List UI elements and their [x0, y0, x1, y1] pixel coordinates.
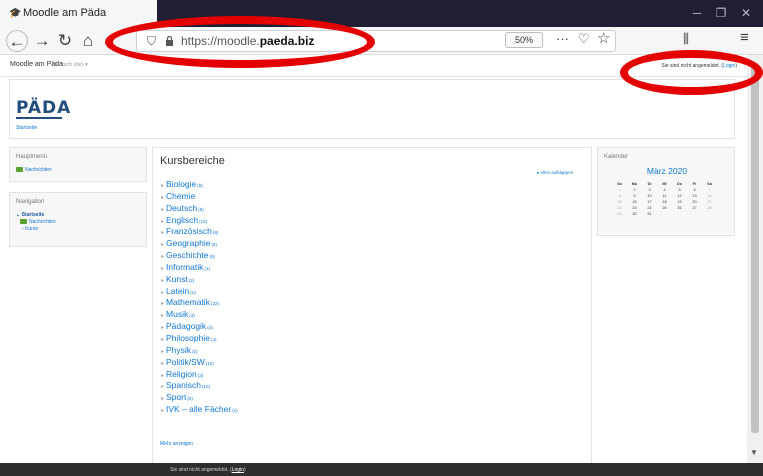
course-category-item[interactable]: ▸ Religion(3): [161, 369, 238, 381]
expand-arrow-icon[interactable]: ▸: [161, 396, 164, 402]
course-category-list: ▸ Biologie(8) ▸ Chemie ▸ Deutsch(8) ▸ Englisch(…: [161, 179, 238, 416]
expand-arrow-icon[interactable]: ▸: [161, 349, 164, 355]
reload-button[interactable]: ↻: [54, 30, 76, 52]
course-category-item[interactable]: ▸ Englisch(10): [161, 215, 238, 227]
expand-arrow-icon[interactable]: ▸: [161, 278, 164, 284]
annotation-oval-login: [620, 50, 763, 95]
course-category-item[interactable]: ▸ Kunst(2): [161, 274, 238, 286]
expand-arrow-icon[interactable]: ▸: [161, 290, 164, 296]
back-button[interactable]: ←: [6, 30, 28, 52]
page-scrollbar[interactable]: ▼: [747, 55, 763, 463]
expand-arrow-icon[interactable]: ▸: [161, 230, 164, 236]
expand-arrow-icon[interactable]: ▸: [161, 266, 164, 272]
forum-icon: [20, 219, 27, 225]
course-category-item[interactable]: ▸ Spanisch(10): [161, 380, 238, 392]
course-category-item[interactable]: ▸ Geographie(5): [161, 238, 238, 250]
navigation-block: Navigation ⌄ Startseite Nachrichten › Ku…: [9, 192, 147, 247]
browser-titlebar: 🎓 Moodle am Päda ─ ❐ ✕: [0, 0, 763, 27]
window-maximize-button[interactable]: ❐: [710, 4, 732, 22]
browser-tab[interactable]: 🎓 Moodle am Päda: [0, 0, 157, 27]
expand-arrow-icon[interactable]: ▸: [161, 301, 164, 307]
expand-arrow-icon[interactable]: ▸: [161, 373, 164, 379]
calendar-day: [657, 211, 672, 217]
home-button[interactable]: ⌂: [77, 30, 99, 52]
page-actions-icon[interactable]: ···: [556, 31, 569, 46]
window-close-button[interactable]: ✕: [735, 4, 757, 22]
expand-arrow-icon[interactable]: ▸: [161, 361, 164, 367]
calendar-day: [687, 211, 702, 217]
forum-icon: [16, 167, 23, 173]
expand-arrow-icon[interactable]: ▸: [161, 337, 164, 343]
course-category-item[interactable]: ▸ Chemie: [161, 191, 238, 203]
navigation-title: Navigation: [16, 199, 45, 205]
main-menu-news-link[interactable]: Nachrichten: [16, 167, 52, 173]
expand-arrow-icon[interactable]: ▸: [161, 195, 164, 201]
footer-login-info: Sie sind nicht angemeldet. (Login): [170, 467, 246, 473]
main-menu-block: Hauptmenü Nachrichten: [9, 147, 147, 182]
language-menu[interactable]: Deutsch (de) ▾: [52, 62, 88, 68]
course-category-item[interactable]: ▸ Informatik(1): [161, 262, 238, 274]
course-category-item[interactable]: ▸ Politik/SW(10): [161, 357, 238, 369]
course-category-item[interactable]: ▸ Sport(6): [161, 392, 238, 404]
course-category-item[interactable]: ▸ Geschichte(6): [161, 250, 238, 262]
window-minimize-button[interactable]: ─: [686, 4, 708, 22]
expand-arrow-icon[interactable]: ▸: [161, 219, 164, 225]
calendar-month[interactable]: März 2020: [598, 166, 736, 176]
calendar-day: [702, 211, 717, 217]
calendar-day[interactable]: 31: [642, 211, 657, 217]
course-category-item[interactable]: ▸ Mathematik(22): [161, 297, 238, 309]
course-category-item[interactable]: ▸ Deutsch(8): [161, 203, 238, 215]
main-content: Kursbereiche ▸ Alles aufklappen ▸ Biologi…: [152, 147, 592, 463]
expand-arrow-icon[interactable]: ▸: [161, 207, 164, 213]
breadcrumb-home[interactable]: Startseite: [16, 125, 37, 131]
library-icon[interactable]: ⫼: [683, 31, 689, 47]
calendar-grid: So Mo Di Mi Do Fr Sa 1 2 3 4 5 6 7 8 9 10 11 12 13 14 15 16 17 1…: [612, 181, 717, 217]
course-category-item[interactable]: ▸ Latein(1): [161, 286, 238, 298]
main-menu-title: Hauptmenü: [16, 154, 48, 160]
course-category-item[interactable]: ▸ Französisch(8): [161, 226, 238, 238]
forward-button[interactable]: →: [31, 30, 53, 52]
scrollbar-thumb[interactable]: [751, 63, 759, 433]
expand-all-link[interactable]: ▸ Alles aufklappen: [537, 170, 573, 176]
course-category-item[interactable]: ▸ Pädagogik(4): [161, 321, 238, 333]
calendar-day[interactable]: 30: [627, 211, 642, 217]
course-category-item[interactable]: ▸ Philosophie(4): [161, 333, 238, 345]
course-category-item[interactable]: ▸ Physik(2): [161, 345, 238, 357]
calendar-title: Kalender: [604, 154, 629, 160]
calendar-day: [672, 211, 687, 217]
page-header: PÄDA Startseite: [9, 79, 735, 139]
moodle-favicon-icon: 🎓: [9, 8, 22, 19]
zoom-level-badge[interactable]: 50%: [505, 32, 543, 48]
expand-arrow-icon[interactable]: ▸: [161, 408, 164, 414]
course-category-item[interactable]: ▸ IVK – alle Fächer(2): [161, 404, 238, 416]
course-category-item[interactable]: ▸ Biologie(8): [161, 179, 238, 191]
moodle-page: Moodle am Päda Deutsch (de) ▾ Sie sind n…: [0, 55, 747, 463]
nav-news-link[interactable]: Nachrichten: [20, 219, 56, 225]
calendar-block: Kalender März 2020 So Mo Di Mi Do Fr Sa 1 2 3 4 5 6 7…: [597, 147, 735, 236]
calendar-day[interactable]: 29: [612, 211, 627, 217]
show-more-link[interactable]: Mehr anzeigen: [160, 441, 193, 447]
expand-arrow-icon[interactable]: ▸: [161, 183, 164, 189]
nav-courses-link[interactable]: › Kurse: [22, 226, 38, 232]
annotation-oval-url: [105, 16, 375, 68]
course-category-item[interactable]: ▸ Musik(3): [161, 309, 238, 321]
expand-arrow-icon[interactable]: ▸: [161, 254, 164, 260]
page-title: Kursbereiche: [160, 155, 225, 167]
hamburger-menu-icon[interactable]: ≡: [740, 29, 749, 46]
pocket-icon[interactable]: ♡: [578, 31, 590, 47]
nav-home-link[interactable]: ⌄ Startseite: [16, 212, 44, 218]
tab-title: Moodle am Päda: [23, 7, 107, 19]
footer-login-link[interactable]: Login: [232, 467, 244, 473]
expand-arrow-icon[interactable]: ▸: [161, 242, 164, 248]
expand-arrow-icon[interactable]: ▸: [161, 313, 164, 319]
scroll-down-arrow-icon[interactable]: ▼: [750, 448, 758, 457]
expand-arrow-icon[interactable]: ▸: [161, 384, 164, 390]
paeda-logo[interactable]: PÄDA: [16, 98, 70, 119]
bookmark-star-icon[interactable]: ☆: [597, 29, 610, 47]
footer: Sie sind nicht angemeldet. (Login): [0, 463, 763, 476]
expand-arrow-icon[interactable]: ▸: [161, 325, 164, 331]
